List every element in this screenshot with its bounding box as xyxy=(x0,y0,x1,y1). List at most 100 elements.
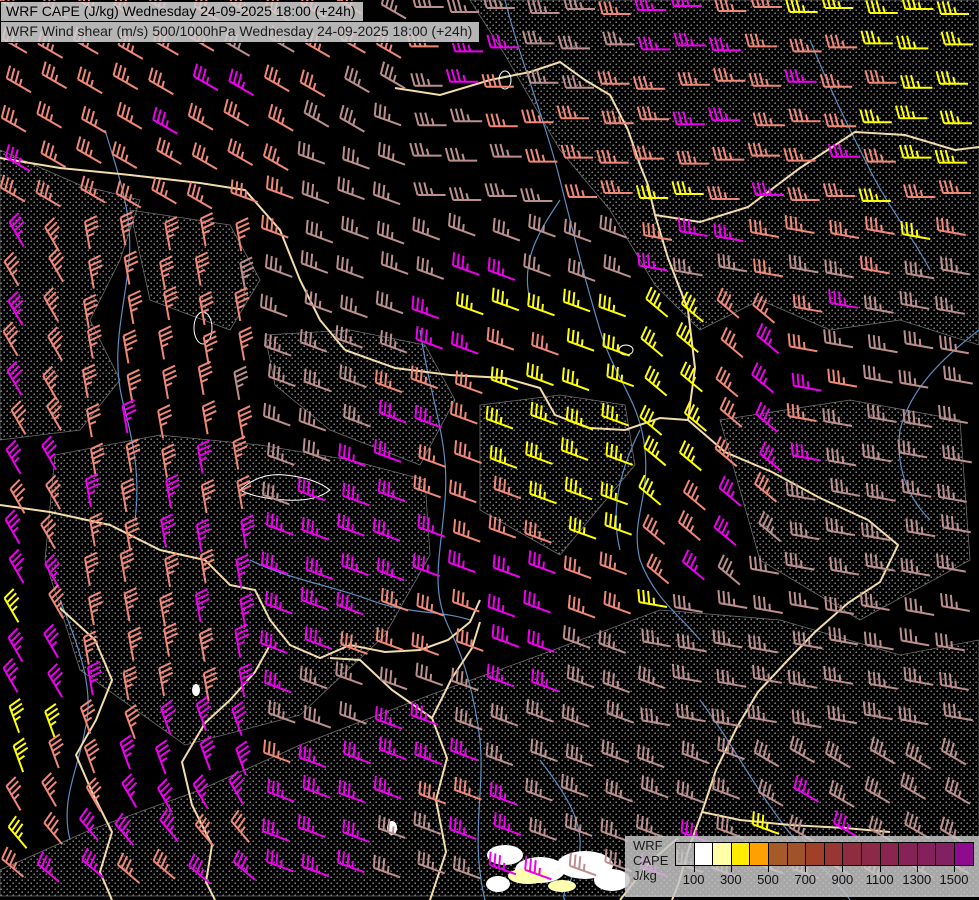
legend-cell xyxy=(898,842,918,866)
wind-barb xyxy=(521,590,555,613)
wind-barb xyxy=(826,369,859,387)
wind-barb xyxy=(0,105,32,132)
title-cape: WRF CAPE (J/kg) Wednesday 24-09-2025 18:… xyxy=(0,1,364,23)
wind-barb xyxy=(299,181,333,204)
wind-barb xyxy=(74,136,107,163)
wind-barb xyxy=(5,440,32,473)
wind-barb xyxy=(643,366,675,396)
wind-barb xyxy=(115,102,148,129)
wind-barb xyxy=(75,67,108,94)
wind-barb xyxy=(790,373,823,391)
wind-barb xyxy=(119,735,142,769)
wind-barb xyxy=(601,254,635,277)
wind-barb xyxy=(712,515,744,545)
wind-barb xyxy=(642,436,674,466)
wind-barb xyxy=(155,740,178,774)
legend-cell xyxy=(824,842,844,866)
legend-cell xyxy=(749,842,769,866)
legend-cell xyxy=(787,842,807,866)
wind-barb xyxy=(409,296,443,319)
wind-barb xyxy=(12,738,35,772)
wind-barb xyxy=(714,367,746,397)
wind-barb xyxy=(677,441,709,471)
wind-barb xyxy=(450,252,484,275)
wind-barb xyxy=(716,555,748,585)
wind-barb xyxy=(604,364,638,387)
wind-barb xyxy=(637,475,669,505)
wind-barb xyxy=(526,214,560,237)
wind-barb xyxy=(190,142,223,169)
wind-barb xyxy=(942,366,975,384)
wind-barb xyxy=(485,183,516,196)
wind-barb xyxy=(602,512,636,535)
wind-barb xyxy=(485,594,519,617)
wind-barb xyxy=(379,0,412,18)
wind-barb xyxy=(261,403,295,426)
wind-barb xyxy=(203,331,221,364)
wind-barb xyxy=(127,370,145,403)
wind-barb xyxy=(641,514,673,544)
wind-barb xyxy=(490,555,524,578)
wind-barb xyxy=(682,401,714,431)
wind-barb xyxy=(447,69,478,82)
legend-cell xyxy=(675,842,695,866)
legend-cell xyxy=(917,842,937,866)
wind-barb xyxy=(521,188,552,201)
wind-barb xyxy=(9,480,36,513)
legend-tick-value: 1500 xyxy=(940,872,969,887)
wind-barb xyxy=(749,363,781,393)
wind-barb xyxy=(378,667,412,690)
wind-barb xyxy=(186,103,219,130)
wind-barb xyxy=(111,63,144,90)
wind-barb xyxy=(79,106,112,133)
wind-barb xyxy=(342,66,375,93)
legend-tickmark xyxy=(880,865,881,872)
wind-barb xyxy=(903,597,936,615)
wind-barb xyxy=(154,137,187,164)
wind-barb xyxy=(375,221,409,244)
legend-tickmark xyxy=(917,865,918,872)
wind-barb xyxy=(338,295,372,318)
wind-barb xyxy=(295,141,329,164)
legend-label-line1: WRF xyxy=(633,838,668,853)
wind-barb xyxy=(259,215,293,238)
wind-barb xyxy=(226,69,259,96)
wind-barb xyxy=(38,140,71,167)
wind-barb xyxy=(676,510,708,540)
wind-barb xyxy=(123,330,141,363)
wind-barb xyxy=(303,220,337,243)
legend-tick-value: 700 xyxy=(794,872,816,887)
wind-barb xyxy=(228,180,262,203)
wind-barb xyxy=(410,217,444,240)
legend-cell xyxy=(842,842,862,866)
wind-barb xyxy=(7,628,34,661)
wind-barb xyxy=(298,250,332,273)
wind-barb xyxy=(601,591,635,614)
legend-cell xyxy=(731,842,751,866)
wind-barb xyxy=(163,366,181,399)
wind-barb xyxy=(337,105,370,132)
wind-barb xyxy=(335,177,369,200)
wind-barb xyxy=(4,66,37,93)
weather-map-frame: WRF CAPE (J/kg) Wednesday 24-09-2025 18:… xyxy=(0,0,979,900)
wind-barb xyxy=(566,258,600,281)
wind-barb xyxy=(415,113,446,126)
legend-cell xyxy=(694,842,714,866)
wind-barb xyxy=(199,736,222,770)
wind-barb xyxy=(719,327,751,357)
wind-barb xyxy=(451,519,485,542)
legend-tick-value: 1300 xyxy=(902,872,931,887)
legend-tickmark xyxy=(805,865,806,872)
wind-barb xyxy=(451,109,482,122)
legend-cell xyxy=(712,842,732,866)
wind-barb xyxy=(34,101,67,128)
wind-barb xyxy=(672,594,705,612)
wind-barb xyxy=(191,64,224,91)
wind-barb xyxy=(44,704,67,738)
wind-barb xyxy=(752,595,785,613)
wind-barb xyxy=(221,99,254,126)
wind-barb xyxy=(680,550,712,580)
legend-cell xyxy=(880,842,900,866)
legend-tickmark xyxy=(768,865,769,872)
wind-barb xyxy=(42,624,69,657)
